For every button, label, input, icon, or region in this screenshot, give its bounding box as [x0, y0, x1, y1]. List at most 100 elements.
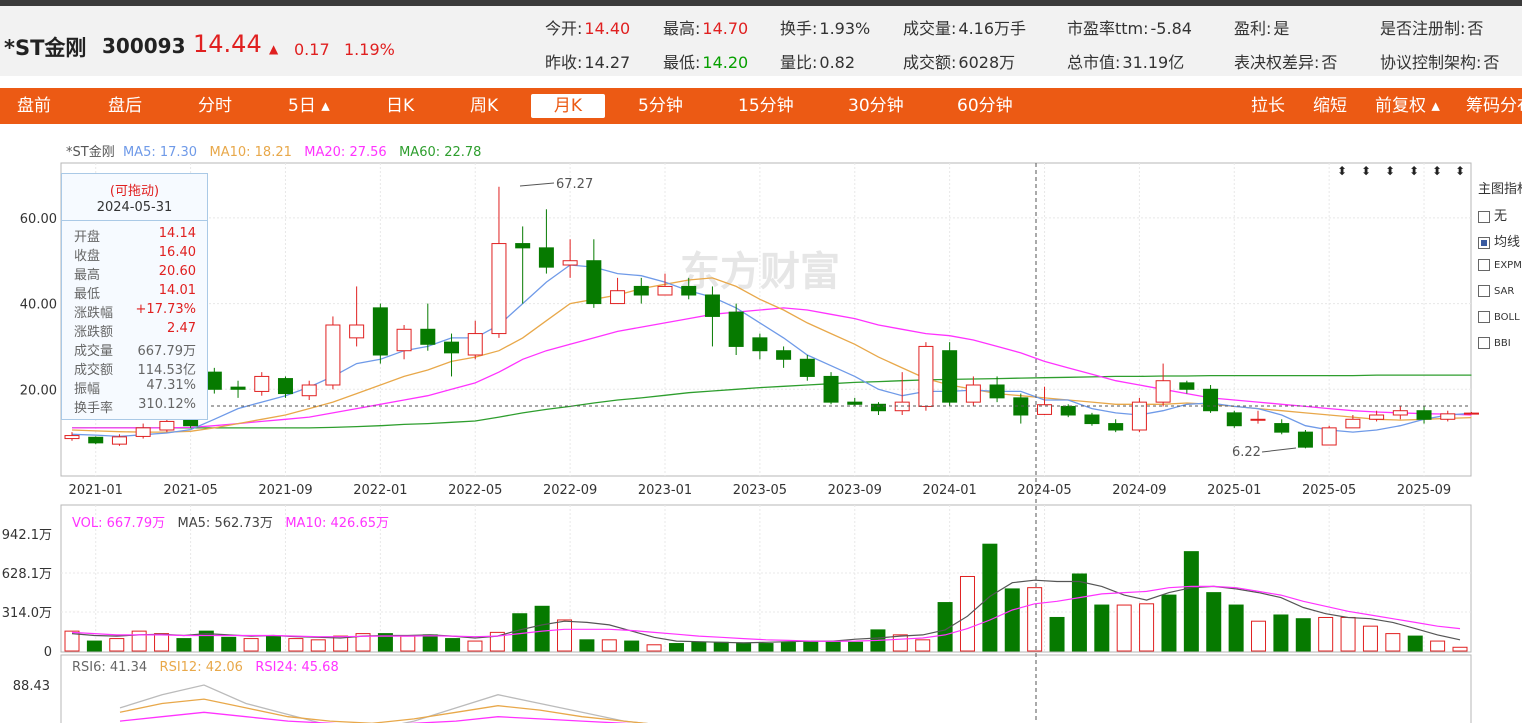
volume-bar	[892, 634, 908, 652]
tooltip-row: 最高 20.60	[74, 264, 196, 283]
time-tick-label: 2024-05	[1017, 483, 1071, 498]
checkbox-icon[interactable]	[1478, 236, 1490, 249]
candle-body	[989, 384, 1005, 399]
volume-bar	[624, 640, 640, 652]
tab-8[interactable]: 15分钟	[738, 88, 794, 124]
time-tick-label: 2023-05	[733, 483, 787, 498]
quote-header: *ST金刚 300093 14.44 ▲ 0.17 1.19% 今开: 14.40…	[0, 6, 1522, 76]
volume-bar	[176, 638, 192, 652]
right-tab-1[interactable]: 缩短	[1313, 88, 1347, 124]
tab-3[interactable]: 5日 ▴	[288, 88, 330, 124]
tooltip-date: 2024-05-31	[96, 200, 173, 215]
candle-body	[1060, 405, 1076, 416]
volume-bar	[1161, 594, 1177, 652]
volume-legend: VOL: 667.79万 MA5: 562.73万 MA10: 426.65万	[72, 512, 389, 531]
volume-bar	[646, 644, 662, 652]
indicator-option-expma[interactable]: EXPMA	[1478, 257, 1522, 272]
volume-bar	[780, 641, 796, 652]
tab-7[interactable]: 5分钟	[638, 88, 683, 124]
tab-0[interactable]: 盘前	[17, 88, 51, 124]
right-tab-0[interactable]: 拉长	[1251, 88, 1285, 124]
stat-value: -5.84	[1150, 19, 1192, 38]
tab-2[interactable]: 分时	[198, 88, 232, 124]
vol-ma5-legend: MA5: 562.73万	[177, 516, 273, 531]
indicator-option-boll[interactable]: BOLL	[1478, 309, 1520, 324]
ma60-line	[72, 374, 1472, 429]
tab-1[interactable]: 盘后	[108, 88, 142, 124]
stat-value: 否	[1467, 19, 1484, 38]
candle-body	[799, 358, 815, 377]
tooltip-row: 涨跌幅 +17.73%	[74, 302, 196, 321]
volume-bar	[579, 639, 595, 652]
indicator-option-bbi[interactable]: BBI	[1478, 335, 1511, 350]
tooltip-row: 最低 14.01	[74, 283, 196, 302]
candle-body	[1108, 423, 1124, 431]
vol-ma5-line	[71, 579, 1461, 644]
candle-body	[562, 260, 578, 266]
quote-stat-2-2: 量比: 0.82	[780, 49, 855, 73]
candle-body	[1321, 427, 1337, 446]
candle-body	[301, 384, 317, 397]
checkbox-icon[interactable]	[1478, 336, 1490, 349]
volume-bar	[131, 630, 147, 652]
volume-bar	[265, 635, 281, 652]
tooltip-row: 成交量 667.79万	[74, 340, 196, 359]
candle-body	[1037, 404, 1053, 415]
price-panel-frame	[60, 162, 1472, 477]
tooltip-key: 最低	[74, 287, 101, 302]
quote-stat-2-0: 昨收: 14.27	[545, 49, 630, 73]
price-tick-label: 60.00	[20, 212, 57, 227]
checkbox-icon[interactable]	[1478, 310, 1490, 323]
quote-stat-1-5: 盈利: 是	[1234, 15, 1289, 39]
right-tab-3[interactable]: 筹码分布	[1466, 88, 1522, 124]
volume-bar	[445, 638, 461, 652]
tab-5[interactable]: 周K	[470, 88, 498, 124]
candle-body	[942, 350, 958, 403]
quote-stat-1-0: 今开: 14.40	[545, 15, 630, 39]
candle-body	[88, 436, 104, 444]
stat-value: 31.19亿	[1122, 53, 1185, 72]
event-marker-icon: ⬍	[1432, 164, 1442, 178]
checkbox-icon[interactable]	[1478, 210, 1490, 223]
stat-value: 14.70	[702, 19, 749, 38]
stat-value: 0.82	[819, 53, 856, 72]
candle-body	[1297, 431, 1313, 448]
rsi6-line	[119, 684, 649, 723]
candle-body	[657, 285, 673, 296]
candle-body	[1226, 412, 1242, 427]
candle-body	[752, 337, 768, 352]
volume-bar	[959, 575, 975, 652]
ma10-line	[71, 277, 1472, 433]
checkbox-icon[interactable]	[1478, 284, 1490, 297]
tab-6[interactable]: 月K	[531, 94, 605, 118]
tooltip-key: 振幅	[74, 382, 101, 397]
event-marker-icon: ⬍	[1455, 164, 1465, 178]
indicator-option-无[interactable]: 无	[1478, 205, 1507, 224]
candle-body	[823, 375, 839, 403]
right-tab-2[interactable]: 前复权 ▴	[1375, 88, 1440, 124]
volume-tick-label: 314.0万	[2, 606, 52, 621]
indicator-option-均线[interactable]: 均线	[1478, 231, 1520, 250]
volume-bar	[154, 633, 170, 652]
volume-bar	[512, 613, 528, 652]
candle-body	[1345, 418, 1361, 429]
tab-4[interactable]: 日K	[386, 88, 414, 124]
indicator-option-sar[interactable]: SAR	[1478, 283, 1514, 298]
candle-body	[254, 375, 270, 392]
low-annotation: 6.22	[1232, 445, 1261, 460]
stat-value: 1.93%	[819, 19, 871, 38]
time-tick-label: 2022-05	[448, 483, 502, 498]
candle-body	[1369, 414, 1385, 420]
ma-legend-name: *ST金刚	[66, 145, 115, 160]
stat-label: 今开:	[545, 19, 583, 38]
candle-body	[64, 435, 80, 440]
tab-10[interactable]: 60分钟	[957, 88, 1013, 124]
candle-tooltip[interactable]: (可拖动) 2024-05-31 开盘 14.14 收盘 16.40 最高 20.60 最低…	[61, 173, 208, 420]
candle-body	[704, 294, 720, 317]
ma10-legend: MA10: 18.21	[209, 145, 292, 160]
vol-ma10-line	[71, 585, 1461, 642]
stat-label: 量比:	[780, 53, 818, 72]
tab-9[interactable]: 30分钟	[848, 88, 904, 124]
checkbox-icon[interactable]	[1478, 258, 1490, 271]
tooltip-row: 换手率 310.12%	[74, 397, 196, 416]
